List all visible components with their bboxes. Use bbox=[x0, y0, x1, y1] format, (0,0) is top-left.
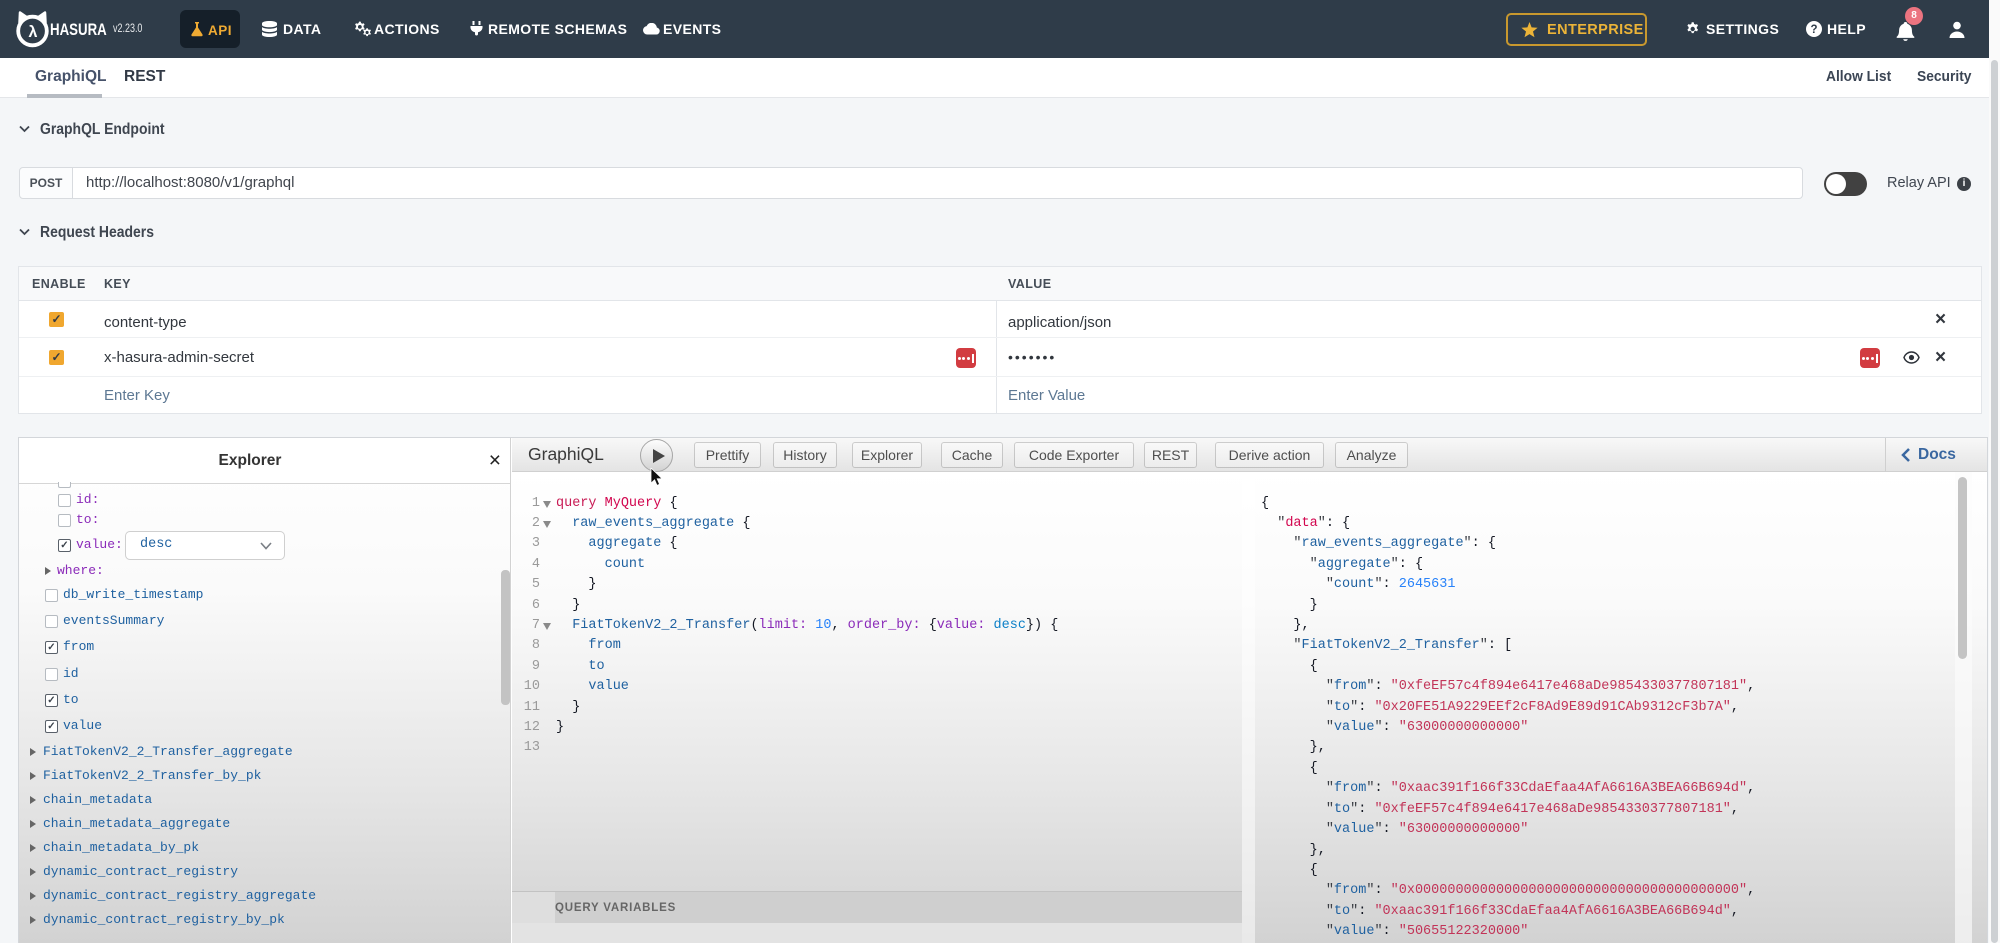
svg-text:λ: λ bbox=[29, 24, 38, 41]
svg-text:?: ? bbox=[1810, 24, 1817, 36]
